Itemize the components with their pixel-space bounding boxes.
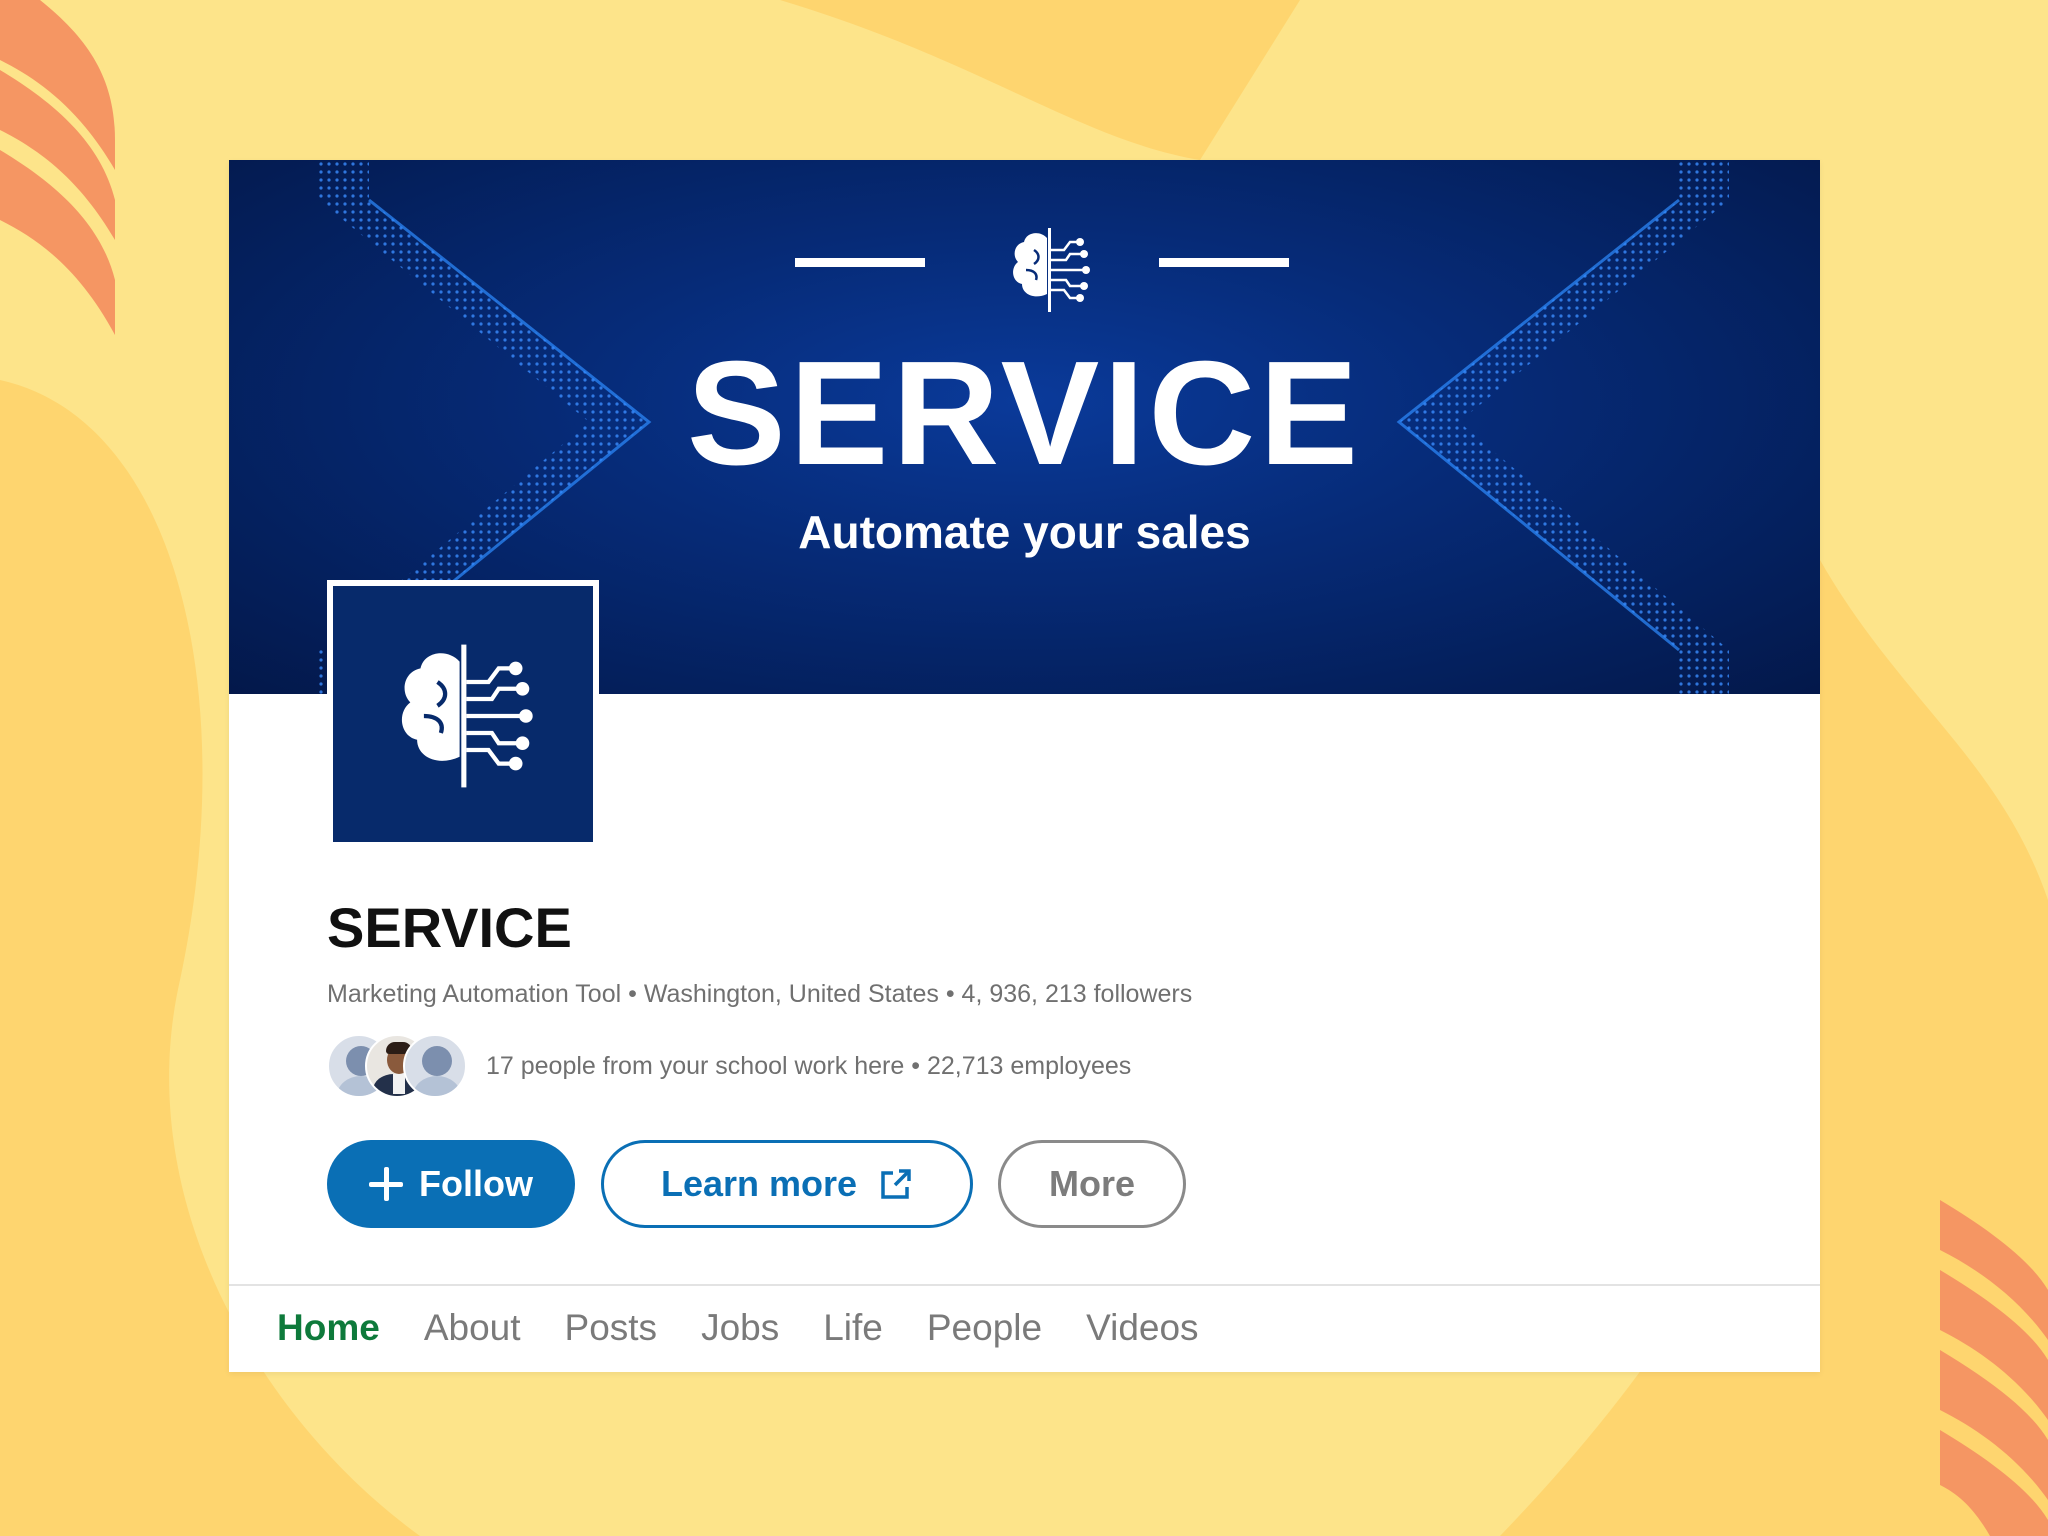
- employees-count: 22,713 employees: [926, 1052, 1132, 1080]
- school-connections-text: 17 people from your school work here: [486, 1052, 905, 1080]
- banner-rule-right: [1159, 258, 1289, 267]
- followers-count[interactable]: 4, 936, 213 followers: [962, 980, 1193, 1008]
- meta-separator: •: [621, 980, 644, 1008]
- meta-separator: •: [938, 980, 962, 1008]
- tab-home[interactable]: Home: [277, 1307, 380, 1349]
- follow-button[interactable]: Follow: [327, 1140, 575, 1228]
- brain-circuit-icon: [401, 644, 533, 788]
- industry-text: Marketing Automation Tool: [327, 980, 622, 1008]
- more-label: More: [1048, 1163, 1135, 1204]
- plus-icon: [369, 1167, 403, 1201]
- company-page-card: SERVICE Automate your sales SERVICE Mark…: [229, 160, 1820, 1372]
- follow-label: Follow: [419, 1163, 533, 1204]
- banner-rule-left: [795, 258, 925, 267]
- company-meta: Marketing Automation Tool • Washington, …: [327, 980, 1192, 1009]
- tab-about[interactable]: About: [424, 1307, 521, 1349]
- more-button[interactable]: More: [998, 1140, 1186, 1228]
- company-name: SERVICE: [327, 896, 572, 959]
- brain-circuit-icon: [1013, 228, 1090, 312]
- avatar: [403, 1034, 467, 1098]
- company-logo[interactable]: [327, 580, 599, 848]
- banner-subtitle: Automate your sales: [798, 506, 1251, 558]
- tab-videos[interactable]: Videos: [1086, 1307, 1198, 1349]
- tab-posts[interactable]: Posts: [565, 1307, 658, 1349]
- external-link-icon: [881, 1169, 911, 1199]
- banner-title: SERVICE: [686, 331, 1363, 496]
- school-insights[interactable]: 17 people from your school work here • 2…: [486, 1052, 1131, 1081]
- tab-jobs[interactable]: Jobs: [701, 1307, 779, 1349]
- tab-people[interactable]: People: [927, 1307, 1042, 1349]
- location-text: Washington, United States: [643, 980, 939, 1008]
- tab-life[interactable]: Life: [823, 1307, 883, 1349]
- meta-separator: •: [904, 1052, 927, 1080]
- tab-divider: [229, 1284, 1820, 1286]
- connections-avatars[interactable]: [327, 1034, 477, 1100]
- page-tabs: Home About Posts Jobs Life People Videos: [277, 1298, 1243, 1358]
- learn-more-label: Learn more: [660, 1163, 858, 1204]
- learn-more-button[interactable]: Learn more: [601, 1140, 973, 1228]
- stripe-decoration-left: [0, 0, 115, 335]
